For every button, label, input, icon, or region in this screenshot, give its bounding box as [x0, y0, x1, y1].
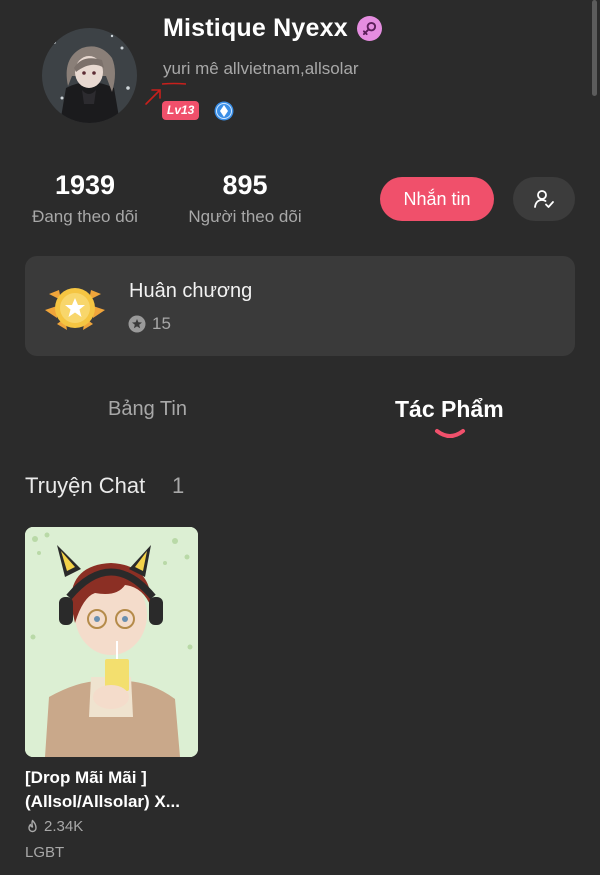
story-title[interactable]: [Drop Mãi Mãi ] (Allsol/Allsolar) X...: [25, 766, 205, 814]
story-views: 2.34K: [25, 818, 83, 835]
following-label: Đang theo dõi: [32, 207, 138, 226]
medal-card[interactable]: Huân chương 15: [25, 256, 575, 356]
profile-name-row: Mistique Nyexx: [163, 14, 382, 43]
tab-feed[interactable]: Bảng Tin: [108, 398, 187, 421]
message-button[interactable]: Nhắn tin: [380, 177, 494, 221]
profile-name: Mistique Nyexx: [163, 14, 348, 42]
followers-stat[interactable]: 895 Người theo dõi: [175, 170, 315, 227]
story-cover[interactable]: [25, 527, 198, 757]
story-title-line-1: [Drop Mãi Mãi ]: [25, 768, 147, 787]
scrollbar[interactable]: [592, 0, 597, 96]
avatar[interactable]: [42, 28, 137, 123]
following-count: 1939: [54, 170, 116, 200]
active-tab-indicator: [435, 429, 465, 438]
profile-bio: yuri mê allvietnam,allsolar: [163, 59, 359, 78]
flame-icon: [28, 819, 37, 832]
followers-label: Người theo dõi: [188, 207, 302, 226]
story-views-count: 2.34K: [44, 818, 84, 835]
follow-button[interactable]: [513, 177, 575, 221]
section-title: Truyện Chat: [25, 473, 146, 498]
medal-count-row: 15: [128, 314, 171, 334]
female-symbol-icon: [356, 16, 382, 41]
followers-count: 895: [222, 170, 268, 200]
story-title-line-2: (Allsol/Allsolar) X...: [25, 792, 180, 811]
following-stat[interactable]: 1939 Đang theo dõi: [20, 170, 150, 227]
user-check-icon: [534, 190, 554, 208]
medal-count: 15: [152, 314, 171, 333]
star-circle-icon: [128, 315, 146, 333]
diamond-badge-icon: [214, 101, 234, 121]
medal-icon: [45, 288, 105, 330]
medal-title: Huân chương: [129, 280, 253, 302]
tab-works[interactable]: Tác Phẩm: [395, 396, 504, 423]
level-badge: Lv13: [162, 101, 200, 120]
story-tag: LGBT: [25, 844, 65, 861]
section-count: 1: [172, 473, 185, 498]
